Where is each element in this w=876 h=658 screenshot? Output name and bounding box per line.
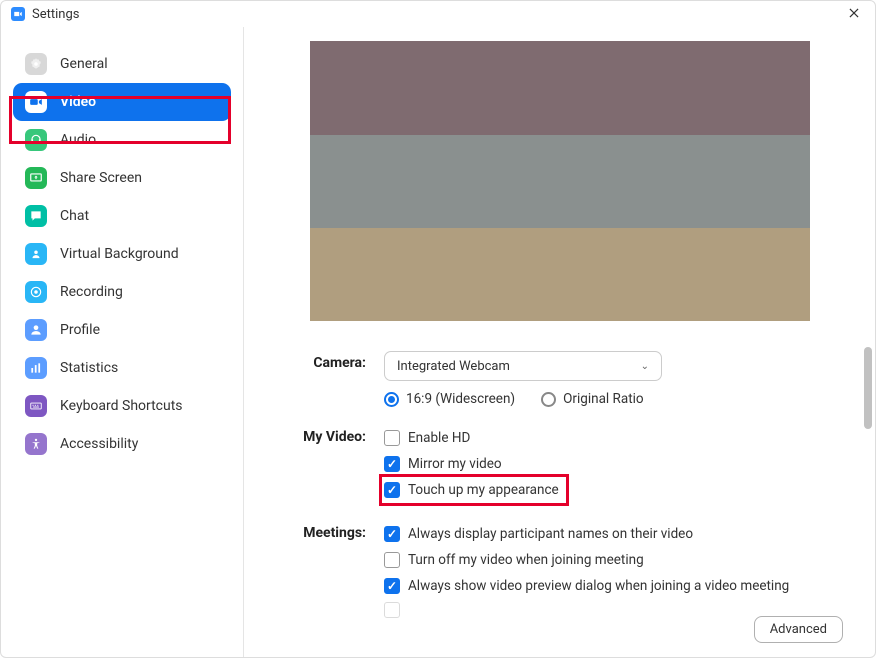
checkbox-icon — [384, 552, 400, 568]
checkbox-touch-up-appearance[interactable]: Touch up my appearance — [384, 477, 845, 503]
video-icon — [25, 91, 47, 113]
sidebar-item-label: General — [60, 56, 108, 72]
sidebar-item-audio[interactable]: Audio — [13, 121, 231, 159]
headphones-icon — [25, 129, 47, 151]
sidebar-item-keyboard-shortcuts[interactable]: Keyboard Shortcuts — [13, 387, 231, 425]
scrollbar-thumb[interactable] — [864, 347, 872, 429]
sidebar-item-video[interactable]: Video — [13, 83, 231, 121]
checkbox-label: Always show video preview dialog when jo… — [408, 578, 789, 594]
close-button[interactable] — [843, 1, 865, 28]
camera-selected: Integrated Webcam — [397, 359, 510, 374]
scrollbar[interactable] — [864, 347, 872, 617]
sidebar: General Video Audio Share — [1, 27, 244, 657]
checkbox-turn-off-video-joining[interactable]: Turn off my video when joining meeting — [384, 547, 845, 573]
checkbox-enable-hd[interactable]: Enable HD — [384, 425, 845, 451]
checkbox-label: Always display participant names on thei… — [408, 526, 693, 542]
sidebar-item-statistics[interactable]: Statistics — [13, 349, 231, 387]
stats-icon — [25, 357, 47, 379]
accessibility-icon — [25, 433, 47, 455]
close-icon — [847, 6, 861, 20]
chat-icon — [25, 205, 47, 227]
sidebar-item-profile[interactable]: Profile — [13, 311, 231, 349]
sidebar-item-label: Video — [60, 94, 96, 110]
user-icon — [25, 319, 47, 341]
sidebar-item-label: Virtual Background — [60, 246, 179, 262]
sidebar-item-label: Chat — [60, 208, 89, 224]
sidebar-item-chat[interactable]: Chat — [13, 197, 231, 235]
zoom-logo-icon — [11, 7, 25, 21]
radio-label: Original Ratio — [563, 391, 644, 407]
checkbox-icon — [384, 482, 400, 498]
checkbox-icon — [384, 578, 400, 594]
sidebar-item-share-screen[interactable]: Share Screen — [13, 159, 231, 197]
video-settings: Camera: Integrated Webcam ⌄ 16:9 (Widesc… — [244, 321, 875, 618]
advanced-button[interactable]: Advanced — [754, 616, 843, 643]
settings-window: Settings General Video — [0, 0, 876, 658]
radio-icon — [541, 392, 556, 407]
sidebar-item-label: Recording — [60, 284, 123, 300]
radio-original-ratio[interactable]: Original Ratio — [541, 391, 644, 407]
sidebar-item-label: Keyboard Shortcuts — [60, 398, 183, 414]
titlebar-left: Settings — [11, 7, 79, 22]
sidebar-item-accessibility[interactable]: Accessibility — [13, 425, 231, 463]
checkbox-label: Mirror my video — [408, 456, 502, 472]
chevron-down-icon: ⌄ — [641, 361, 649, 372]
checkbox-label: Touch up my appearance — [408, 482, 559, 498]
sidebar-item-general[interactable]: General — [13, 45, 231, 83]
radio-label: 16:9 (Widescreen) — [406, 391, 515, 407]
record-icon — [25, 281, 47, 303]
body: General Video Audio Share — [1, 27, 875, 657]
main-panel: Camera: Integrated Webcam ⌄ 16:9 (Widesc… — [244, 27, 875, 657]
sidebar-item-recording[interactable]: Recording — [13, 273, 231, 311]
window-title: Settings — [32, 7, 79, 22]
keyboard-icon — [25, 395, 47, 417]
checkbox-icon — [384, 526, 400, 542]
checkbox-label: Turn off my video when joining meeting — [408, 552, 644, 568]
video-preview — [310, 41, 810, 321]
sidebar-item-label: Share Screen — [60, 170, 142, 186]
sidebar-item-label: Profile — [60, 322, 100, 338]
my-video-label: My Video: — [274, 425, 384, 445]
gear-icon — [25, 53, 47, 75]
titlebar: Settings — [1, 1, 875, 27]
camera-row: Camera: Integrated Webcam ⌄ 16:9 (Widesc… — [274, 351, 845, 407]
sidebar-item-label: Audio — [60, 132, 96, 148]
checkbox-icon — [384, 456, 400, 472]
camera-dropdown[interactable]: Integrated Webcam ⌄ — [384, 351, 662, 381]
checkbox-label: Enable HD — [408, 430, 470, 446]
checkbox-icon — [384, 430, 400, 446]
sidebar-item-virtual-background[interactable]: Virtual Background — [13, 235, 231, 273]
checkbox-show-video-preview[interactable]: Always show video preview dialog when jo… — [384, 573, 845, 599]
checkbox-mirror-video[interactable]: Mirror my video — [384, 451, 845, 477]
sidebar-item-label: Accessibility — [60, 436, 138, 452]
my-video-row: My Video: Enable HD Mirror my video — [274, 425, 845, 503]
radio-icon — [384, 392, 399, 407]
share-screen-icon — [25, 167, 47, 189]
checkbox-display-participant-names[interactable]: Always display participant names on thei… — [384, 521, 845, 547]
sidebar-item-label: Statistics — [60, 360, 118, 376]
user-image-icon — [25, 243, 47, 265]
checkbox-icon — [384, 602, 400, 618]
camera-label: Camera: — [274, 351, 384, 371]
meetings-label: Meetings: — [274, 521, 384, 541]
radio-widescreen[interactable]: 16:9 (Widescreen) — [384, 391, 515, 407]
meetings-row: Meetings: Always display participant nam… — [274, 521, 845, 618]
